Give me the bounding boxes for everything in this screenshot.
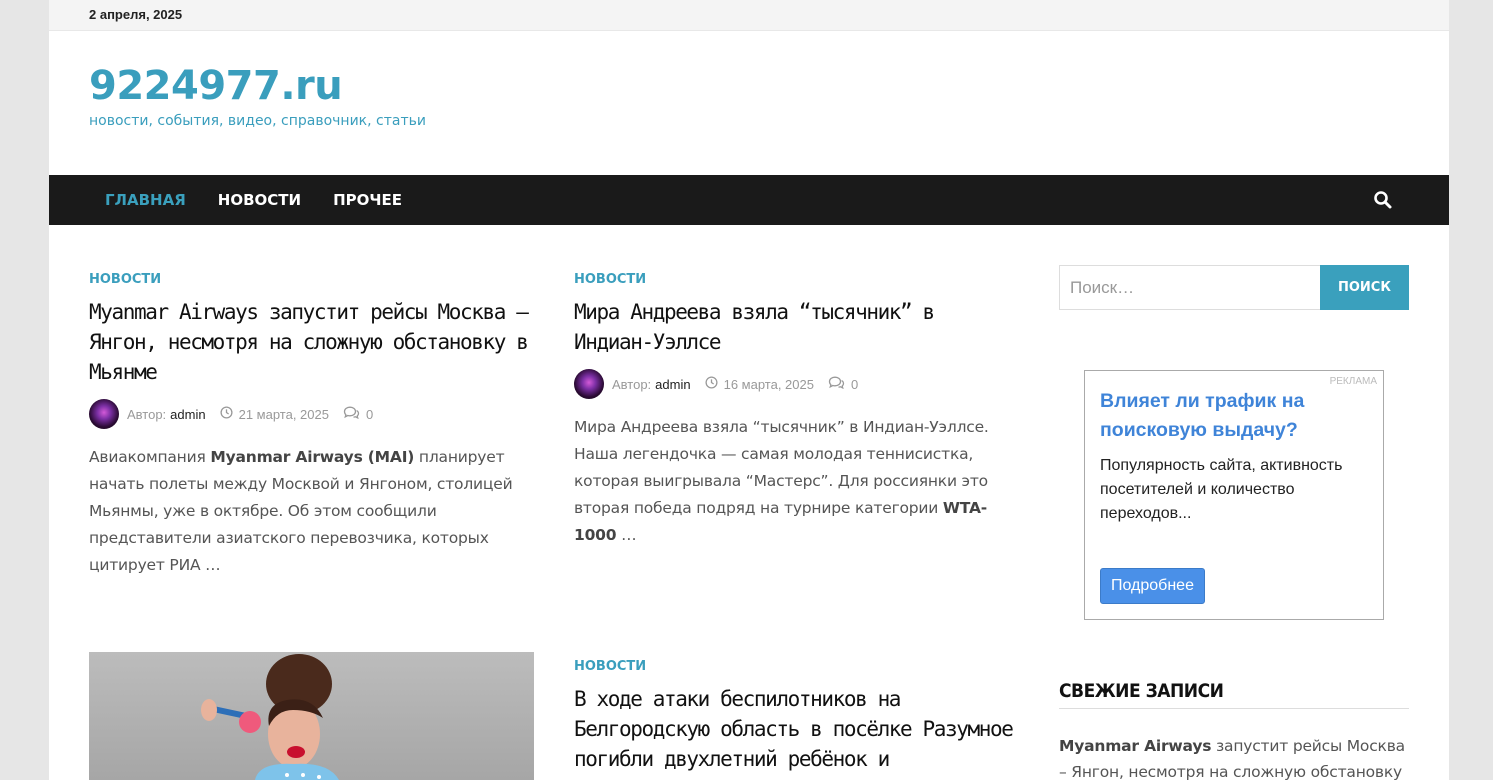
- recent-post-link[interactable]: Myanmar Airways запустит рейсы Москва – …: [1059, 733, 1409, 780]
- excerpt-text: …: [616, 526, 637, 544]
- post-category-link[interactable]: НОВОСТИ: [574, 272, 1019, 287]
- post-excerpt: Авиакомпания Myanmar Airways (MAI) плани…: [89, 444, 534, 579]
- excerpt-text: Мира Андреева взяла “тысячник” в Индиан-…: [574, 418, 989, 517]
- ad-title-link[interactable]: Влияет ли трафик на поисковую выдачу?: [1100, 387, 1368, 445]
- main-navigation: ГЛАВНАЯ НОВОСТИ ПРОЧЕЕ: [49, 175, 1449, 225]
- search-form: ПОИСК: [1059, 265, 1409, 310]
- nav-item-news[interactable]: НОВОСТИ: [218, 175, 301, 225]
- comments-icon: [828, 376, 845, 392]
- post-title-link[interactable]: Мира Андреева взяла “тысячник” в Индиан-…: [574, 297, 1019, 357]
- ad-label: РЕКЛАМА: [1329, 376, 1377, 387]
- post-title-link[interactable]: В ходе атаки беспилотников на Белгородск…: [574, 684, 1019, 774]
- main-content: НОВОСТИ Myanmar Airways запустит рейсы М…: [49, 225, 1449, 780]
- site-header: 9224977.ru новости, события, видео, спра…: [49, 31, 1449, 175]
- nav-menu: ГЛАВНАЯ НОВОСТИ ПРОЧЕЕ: [105, 175, 434, 225]
- top-bar: 2 апреля, 2025: [49, 0, 1449, 31]
- post-thumbnail[interactable]: [89, 652, 534, 780]
- avatar: [89, 399, 119, 429]
- post-meta: Автор: admin 16 марта, 2025 0: [574, 369, 1019, 399]
- excerpt-bold: Myanmar Airways (MAI): [210, 448, 415, 466]
- site-title-link[interactable]: 9224977.ru: [89, 63, 1449, 109]
- post-card: НОВОСТИ В ходе атаки беспилотников на Бе…: [574, 659, 1019, 774]
- post-date-link[interactable]: 21 марта, 2025: [239, 407, 329, 422]
- current-date: 2 апреля, 2025: [89, 7, 183, 22]
- search-button[interactable]: ПОИСК: [1320, 265, 1409, 310]
- nav-item-other[interactable]: ПРОЧЕЕ: [333, 175, 402, 225]
- post-card: НОВОСТИ Myanmar Airways запустит рейсы М…: [89, 272, 534, 579]
- thumbnail-image: [201, 654, 339, 780]
- recent-post-bold: Myanmar Airways: [1059, 737, 1212, 755]
- comments-icon: [343, 406, 360, 422]
- recent-posts-title: СВЕЖИЕ ЗАПИСИ: [1059, 680, 1409, 709]
- clock-icon: [705, 376, 718, 392]
- comments-count-link[interactable]: 0: [366, 407, 373, 422]
- author-label: Автор:: [612, 376, 652, 392]
- post-excerpt: Мира Андреева взяла “тысячник” в Индиан-…: [574, 414, 1019, 549]
- excerpt-text: планирует начать полеты между Москвой и …: [89, 448, 513, 574]
- author-label: Автор:: [127, 406, 167, 422]
- nav-item-home[interactable]: ГЛАВНАЯ: [105, 175, 186, 225]
- post-category-link[interactable]: НОВОСТИ: [574, 659, 1019, 674]
- clock-icon: [220, 406, 233, 422]
- post-title-link[interactable]: Myanmar Airways запустит рейсы Москва – …: [89, 297, 534, 387]
- post-date-link[interactable]: 16 марта, 2025: [724, 377, 814, 392]
- ad-text: Популярность сайта, активность посетител…: [1100, 457, 1343, 522]
- author-link[interactable]: admin: [655, 377, 690, 392]
- site-description: новости, события, видео, справочник, ста…: [89, 113, 426, 129]
- post-meta: Автор: admin 21 марта, 2025 0: [89, 399, 534, 429]
- post-card: НОВОСТИ Мира Андреева взяла “тысячник” в…: [574, 272, 1019, 549]
- author-link[interactable]: admin: [170, 407, 205, 422]
- ad-block[interactable]: РЕКЛАМА Влияет ли трафик на поисковую вы…: [1084, 370, 1384, 620]
- page: 2 апреля, 2025 9224977.ru новости, событ…: [49, 0, 1449, 780]
- excerpt-text: Авиакомпания: [89, 448, 211, 466]
- avatar: [574, 369, 604, 399]
- ad-more-button[interactable]: Подробнее: [1100, 568, 1205, 604]
- search-input[interactable]: [1059, 265, 1320, 310]
- search-icon[interactable]: [1373, 190, 1393, 210]
- post-category-link[interactable]: НОВОСТИ: [89, 272, 534, 287]
- comments-count-link[interactable]: 0: [851, 377, 858, 392]
